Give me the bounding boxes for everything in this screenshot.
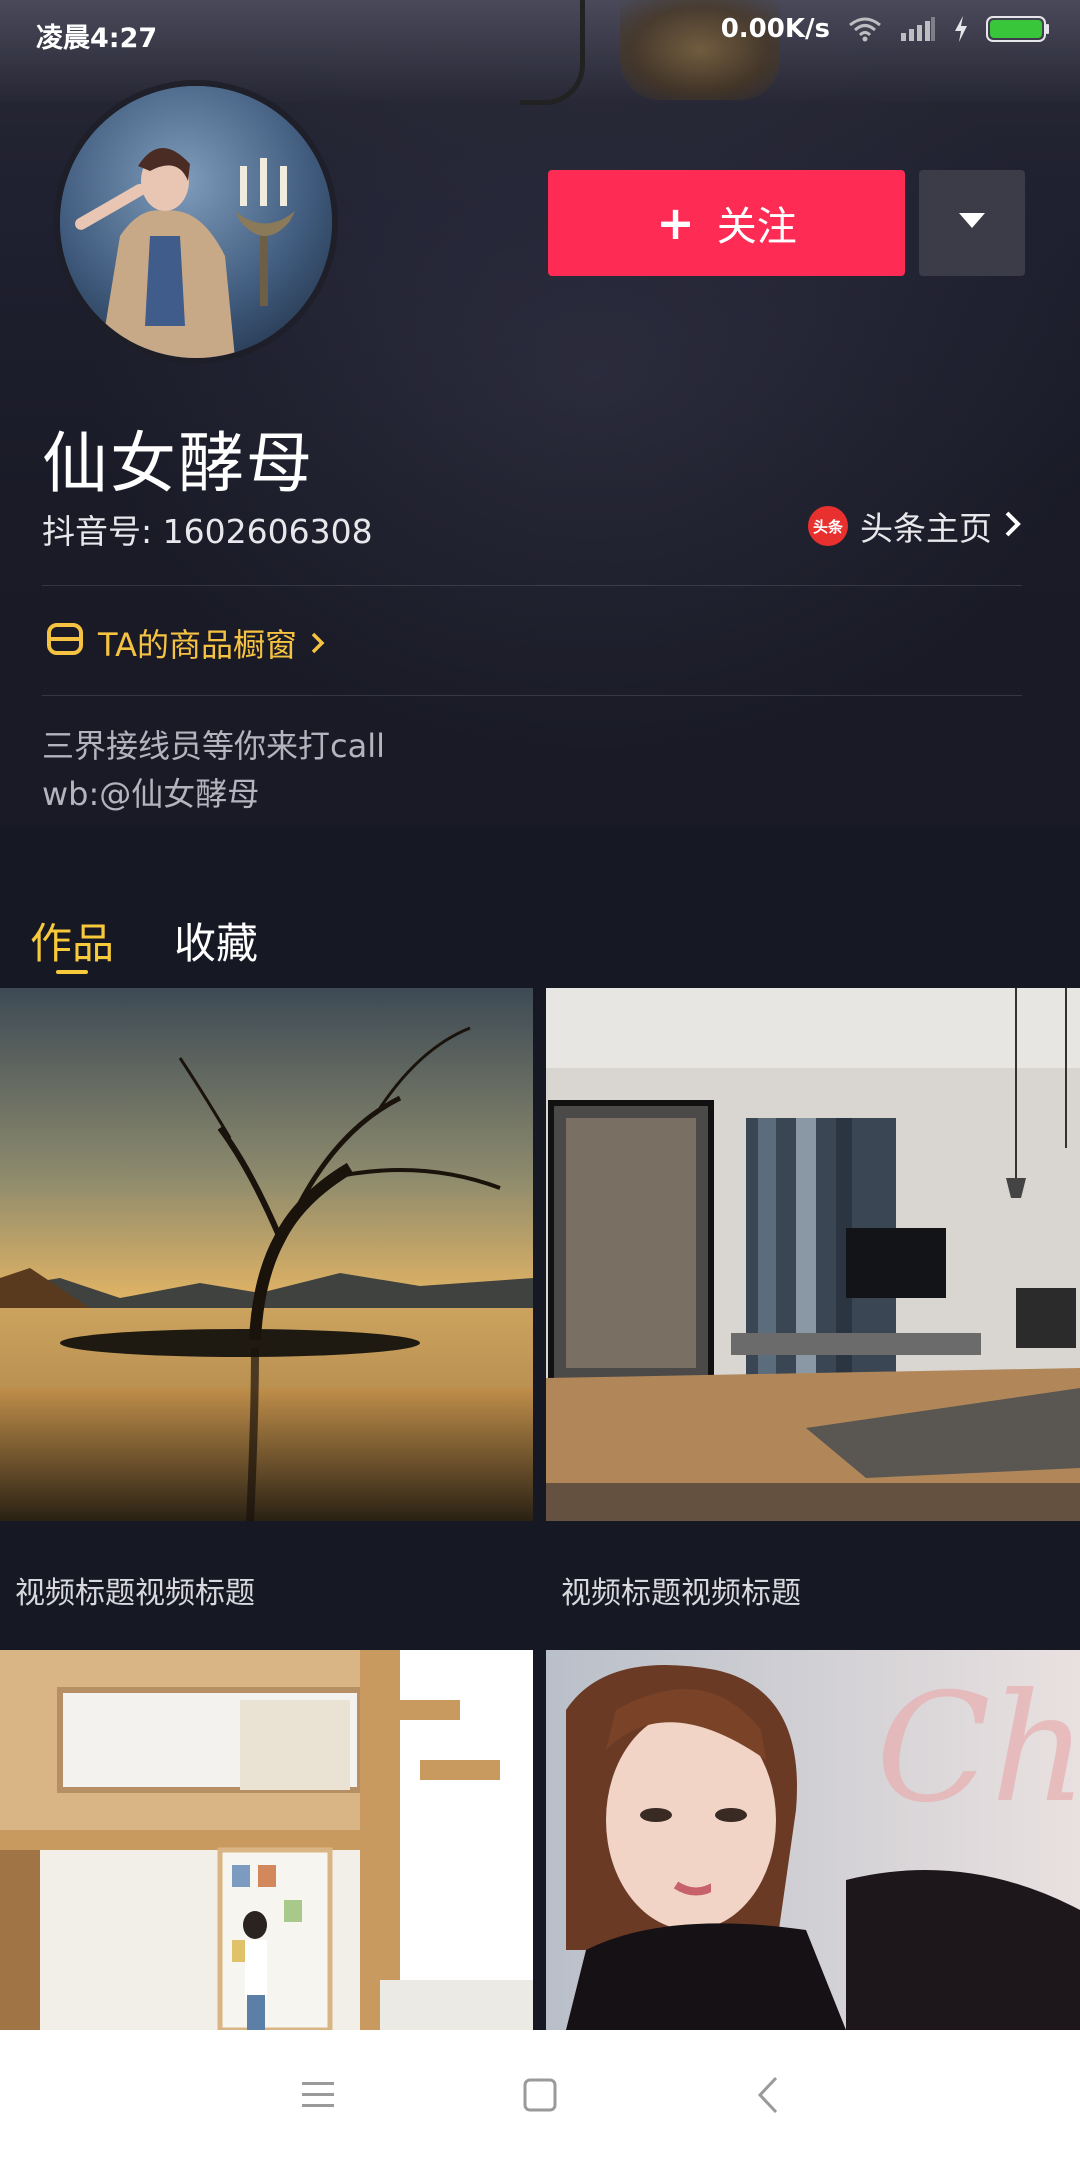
wifi-icon — [848, 16, 882, 42]
bio-line: 三界接线员等你来打call — [42, 727, 385, 765]
profile-bio: 三界接线员等你来打call wb:@仙女酵母 — [42, 722, 385, 818]
douyin-id: 抖音号: 1602606308 — [42, 512, 373, 551]
shop-window-label: TA的商品橱窗 — [98, 626, 297, 664]
shop-bag-icon — [46, 622, 84, 664]
follow-label: 关注 — [716, 204, 797, 250]
shop-window-link[interactable]: TA的商品橱窗 — [46, 620, 325, 666]
battery-icon — [986, 16, 1050, 42]
svg-text:Ch: Ch — [876, 1662, 1080, 1836]
divider — [42, 585, 1022, 586]
video-title: 视频标题视频标题 — [561, 1576, 801, 1608]
plus-icon: + — [656, 196, 695, 250]
follow-button[interactable]: + 关注 — [548, 170, 905, 276]
chevron-right-icon — [311, 624, 325, 662]
avatar[interactable] — [60, 86, 332, 358]
chevron-right-icon — [1004, 507, 1022, 546]
status-indicators: 0.00K/s — [721, 14, 1050, 44]
status-bar: 凌晨4:27 0.00K/s — [0, 0, 1080, 66]
caret-down-icon — [959, 213, 985, 233]
system-navigation-bar — [0, 2030, 1080, 2160]
video-card[interactable] — [0, 1650, 533, 2030]
profile-name: 仙女酵母 — [42, 425, 314, 502]
signal-icon — [900, 17, 936, 41]
bio-line: wb:@仙女酵母 — [42, 775, 260, 813]
status-time: 凌晨4:27 — [36, 23, 158, 54]
profile-screen: 凌晨4:27 0.00K/s + 关注 仙女酵母 抖音号: 1602606308… — [0, 0, 1080, 2160]
video-thumbnail — [546, 988, 1080, 1521]
video-title: 视频标题视频标题 — [15, 1576, 255, 1608]
toutiao-homepage-link[interactable]: 头条 头条主页 — [808, 502, 1022, 550]
toutiao-badge-icon: 头条 — [808, 506, 848, 546]
more-options-button[interactable] — [919, 170, 1025, 276]
divider — [42, 695, 1022, 696]
video-card[interactable]: 视频标题视频标题 — [546, 988, 1080, 1608]
video-card[interactable]: 视频标题视频标题 — [0, 988, 533, 1608]
toutiao-link-label: 头条主页 — [860, 509, 992, 548]
menu-icon[interactable] — [288, 2065, 348, 2125]
home-square-icon[interactable] — [510, 2065, 570, 2125]
tab-favorites[interactable]: 收藏 — [174, 910, 258, 971]
video-thumbnail: Ch — [546, 1650, 1080, 2030]
network-speed: 0.00K/s — [720, 14, 830, 44]
video-card[interactable]: Ch — [546, 1650, 1080, 2030]
active-tab-indicator — [56, 970, 88, 974]
charging-bolt-icon — [954, 16, 968, 42]
video-thumbnail — [0, 1650, 533, 2030]
tab-works[interactable]: 作品 — [30, 910, 114, 971]
video-thumbnail — [0, 988, 533, 1521]
back-chevron-icon[interactable] — [738, 2065, 798, 2125]
